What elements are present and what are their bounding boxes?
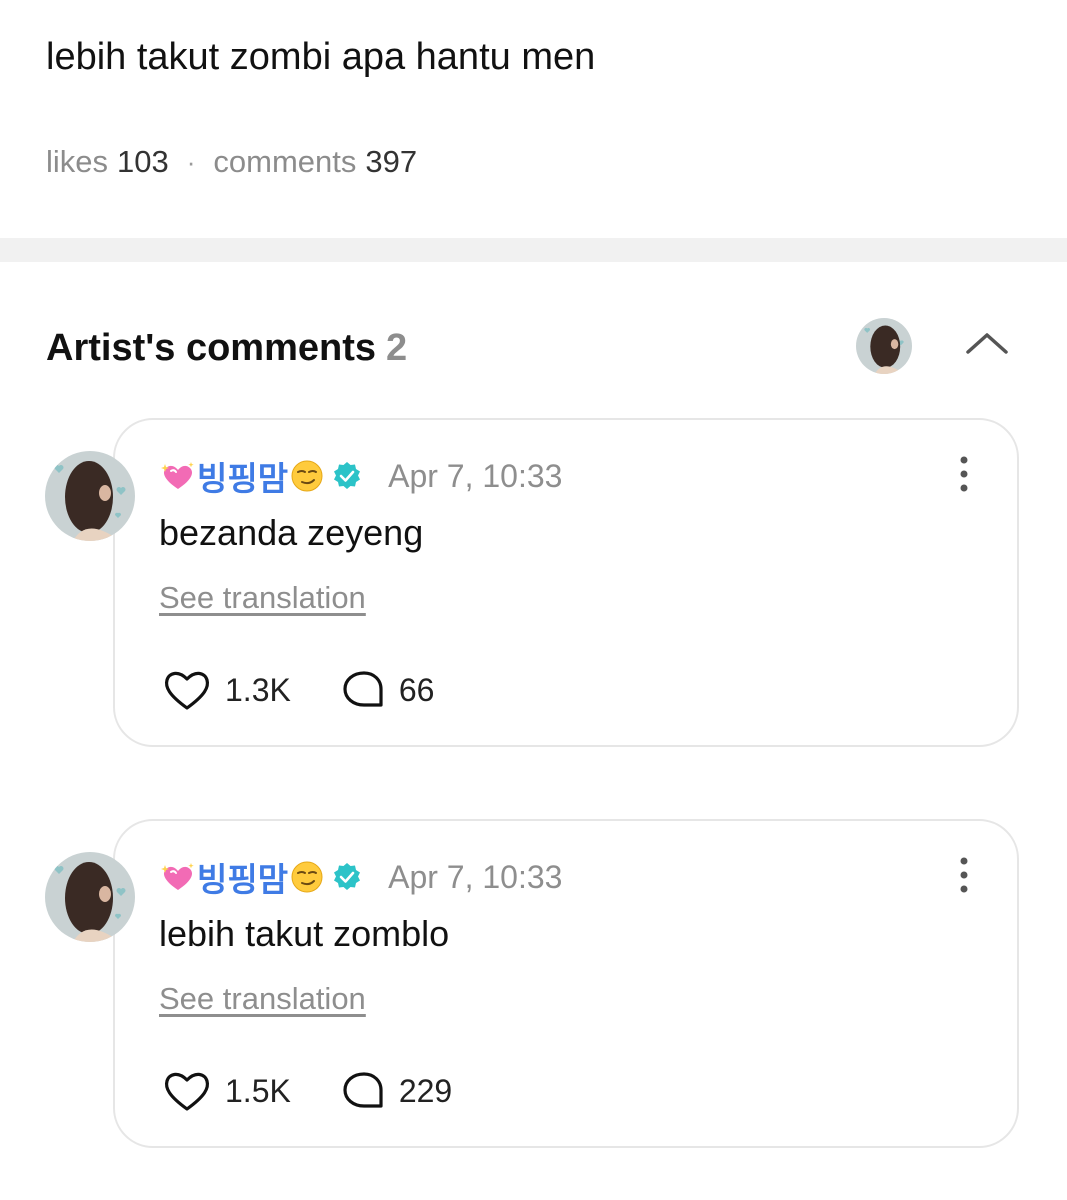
speech-bubble-icon [343, 1072, 383, 1108]
verified-badge-icon [334, 462, 361, 489]
see-translation-link[interactable]: See translation [159, 980, 366, 1018]
comment-timestamp: Apr 7, 10:33 [388, 858, 563, 895]
stats-separator: · [186, 147, 196, 177]
reply-button[interactable]: 66 [341, 668, 435, 712]
like-button[interactable]: 1.5K [161, 1069, 291, 1113]
heart-icon [164, 1072, 210, 1111]
author-name[interactable]: 빙핑맘 [159, 853, 324, 901]
sparkling-heart-icon [161, 863, 194, 890]
like-count: 1.3K [225, 671, 291, 708]
likes-label: likes [46, 144, 109, 179]
author-name[interactable]: 빙핑맘 [159, 452, 324, 500]
artist-comments-count: 2 [386, 327, 408, 369]
comment-avatar[interactable] [45, 451, 135, 541]
comment-actions: 1.5K 229 [161, 1069, 452, 1113]
section-divider [0, 238, 1067, 262]
chevron-up-icon[interactable] [962, 322, 1012, 362]
comment-actions: 1.3K 66 [161, 668, 434, 712]
post-stats: likes 103 · comments 397 [46, 143, 417, 181]
comment-card: 빙핑맘 Apr 7, 10:33 bezanda zeyeng See tran… [113, 418, 1019, 747]
reply-count: 229 [398, 1072, 453, 1109]
verified-badge-icon [334, 863, 361, 890]
comment-card: 빙핑맘 Apr 7, 10:33 lebih takut zomblo See … [113, 819, 1019, 1148]
reply-button[interactable]: 229 [341, 1069, 452, 1113]
like-count: 1.5K [225, 1072, 291, 1109]
more-options-icon[interactable] [957, 855, 971, 895]
smirking-face-icon [291, 460, 323, 492]
comments-count: 397 [365, 144, 418, 179]
comment-body: lebih takut zomblo [159, 913, 450, 954]
heart-icon [164, 671, 210, 710]
artist-comments-title: Artist's comments [46, 327, 377, 369]
smirking-face-icon [291, 861, 323, 893]
comment-avatar[interactable] [45, 852, 135, 942]
reply-count: 66 [398, 671, 435, 708]
more-options-icon[interactable] [957, 454, 971, 494]
comment-author-row: 빙핑맘 Apr 7, 10:33 [159, 857, 563, 898]
comment-body: bezanda zeyeng [159, 512, 424, 553]
post-text: lebih takut zombi apa hantu men [46, 36, 596, 78]
see-translation-link[interactable]: See translation [159, 579, 366, 617]
comment-author-row: 빙핑맘 Apr 7, 10:33 [159, 456, 563, 497]
likes-count: 103 [117, 144, 169, 179]
comment-timestamp: Apr 7, 10:33 [388, 457, 563, 494]
author-name-text: 빙핑맘 [197, 460, 289, 497]
comments-label: comments [213, 144, 357, 179]
sparkling-heart-icon [161, 462, 194, 489]
artist-comments-header: Artist's comments 2 [46, 325, 407, 371]
speech-bubble-icon [343, 671, 383, 707]
artist-avatar[interactable] [856, 318, 912, 374]
like-button[interactable]: 1.3K [161, 668, 291, 712]
author-name-text: 빙핑맘 [197, 861, 289, 898]
